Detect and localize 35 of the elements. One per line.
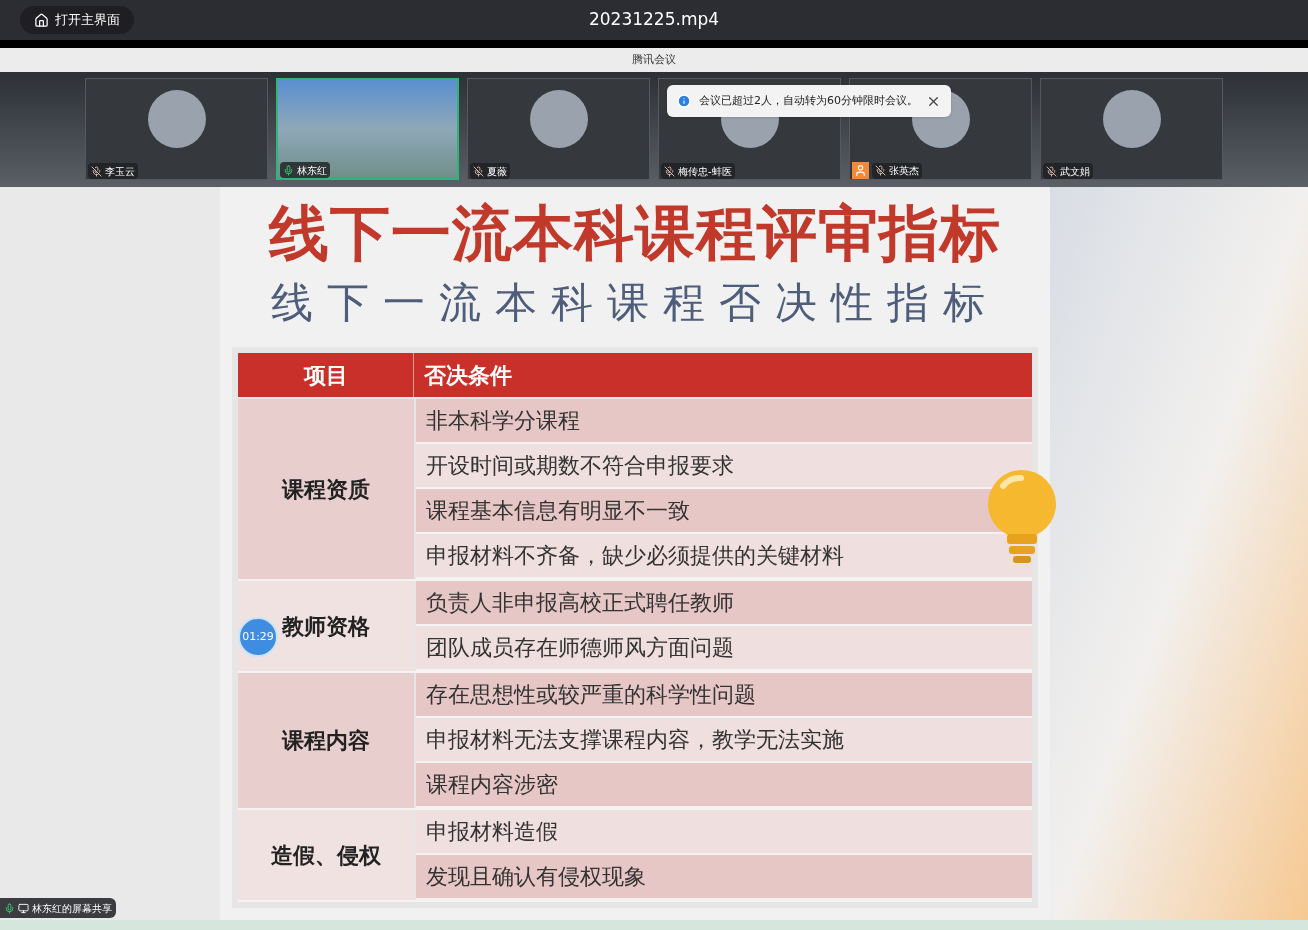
slide-subtitle: 线下一流本科课程否决性指标 [271, 277, 999, 329]
condition-cell: 团队成员存在师德师风方面问题 [416, 626, 1032, 671]
share-label-text: 林东红的屏幕共享 [32, 901, 112, 916]
category-cell: 造假、侵权 [238, 810, 414, 900]
column-header: 项目 [238, 353, 414, 397]
participant-name: 武文娟 [1060, 164, 1090, 179]
condition-cell: 申报材料造假 [416, 810, 1032, 855]
file-name: 20231225.mp4 [588, 8, 720, 32]
participant-name: 夏薇 [487, 164, 507, 179]
participant-name: 梅传忠-蚌医 [678, 164, 732, 179]
slide-title: 线下一流本科课程评审指标 [269, 197, 1001, 270]
home-button[interactable]: 打开主界面 [20, 6, 134, 34]
condition-cell: 申报材料不齐备，缺少必须提供的关键材料 [416, 534, 1032, 579]
participant-name: 林东红 [297, 163, 327, 178]
info-icon [677, 94, 691, 108]
avatar-placeholder [147, 90, 206, 148]
condition-cell: 开设时间或期数不符合申报要求 [416, 444, 1032, 489]
column-header: 否决条件 [423, 361, 513, 390]
participant-name: 张英杰 [889, 164, 919, 178]
avatar-placeholder [529, 90, 588, 148]
participant-name: 李玉云 [105, 164, 135, 179]
condition-cell: 发现且确认有侵权现象 [416, 855, 1032, 900]
mic-icon [4, 902, 15, 914]
avatar-placeholder [1102, 90, 1161, 148]
category-cell: 课程内容 [238, 673, 414, 808]
condition-cell: 存在思想性或较严重的科学性问题 [416, 673, 1032, 718]
condition-cell: 非本科学分课程 [416, 399, 1032, 444]
condition-cell: 申报材料无法支撑课程内容，教学无法实施 [416, 718, 1032, 763]
home-icon [34, 12, 49, 28]
toast-message: 会议已超过2人，自动转为60分钟限时会议。 [699, 92, 918, 109]
condition-cell: 负责人非申报高校正式聘任教师 [416, 581, 1032, 626]
condition-cell: 课程内容涉密 [416, 763, 1032, 808]
category-cell: 课程资质 [238, 399, 414, 579]
app-title: 腾讯会议 [632, 51, 676, 68]
monitor-icon [18, 902, 29, 914]
